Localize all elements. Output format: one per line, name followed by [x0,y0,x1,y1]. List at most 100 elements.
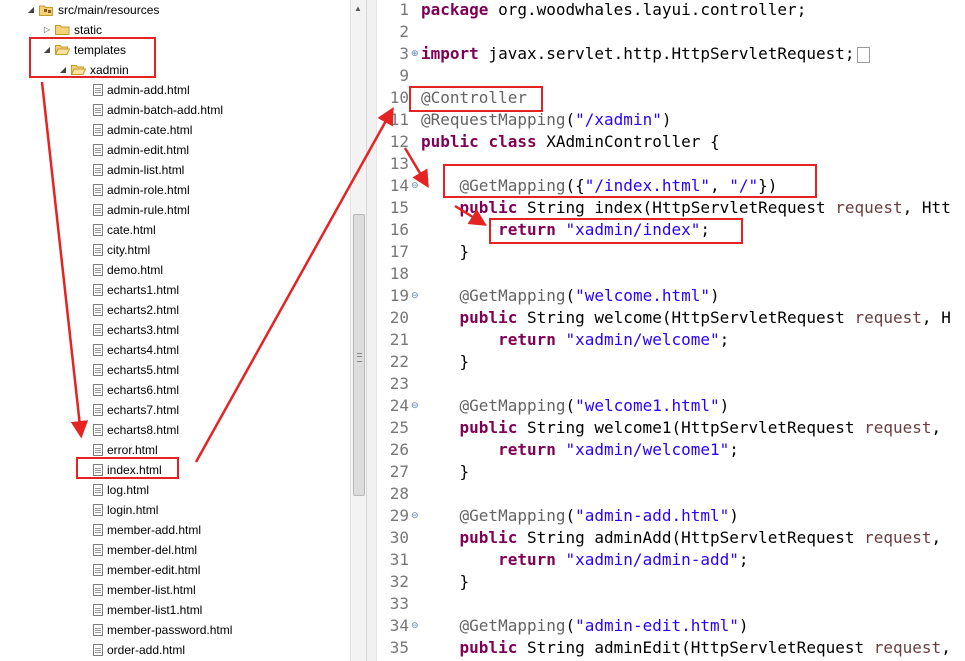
code-token-str: "admin-edit.html" [575,616,739,635]
code-text: public String adminEdit(HttpServletReque… [421,637,951,659]
code-line[interactable]: 17 } [367,241,965,263]
code-line[interactable]: 23 [367,373,965,395]
code-line[interactable]: 13 [367,153,965,175]
tree-file-item[interactable]: member-password.html [93,619,232,639]
tree-file-item[interactable]: admin-cate.html [93,119,192,139]
code-line[interactable]: 26 return "xadmin/welcome1"; [367,439,965,461]
tree-file-item[interactable]: echarts4.html [93,339,179,359]
expanded-arrow-icon[interactable]: ◢ [42,40,52,60]
tree-file-item[interactable]: demo.html [93,259,163,279]
tree-item-label: echarts3.html [107,322,180,337]
tree-file-item[interactable]: member-list.html [93,579,196,599]
tree-file-item[interactable]: echarts6.html [93,379,179,399]
tree-file-item[interactable]: echarts3.html [93,319,179,339]
tree-folder-item[interactable]: ◢ src/main/resources [26,0,159,19]
code-token-pl: , Htt [902,198,951,217]
tree-file-item[interactable]: cate.html [93,219,156,239]
tree-file-item[interactable]: echarts2.html [93,299,179,319]
fold-collapse-icon[interactable]: ⊖ [411,175,419,197]
tree-file-item[interactable]: echarts1.html [93,279,179,299]
tree-file-item[interactable]: index.html [93,459,162,479]
code-token-ann: @GetMapping [459,506,566,525]
code-line[interactable]: 12 public class XAdminController { [367,131,965,153]
tree-scrollbar[interactable]: ▲ [350,0,367,661]
tree-file-item[interactable]: admin-add.html [93,79,190,99]
code-line[interactable]: 30 public String adminAdd(HttpServletReq… [367,527,965,549]
code-line[interactable]: 27 } [367,461,965,483]
code-line[interactable]: 25 public String welcome1(HttpServletReq… [367,417,965,439]
tree-file-item[interactable]: admin-rule.html [93,199,190,219]
fold-collapse-icon[interactable]: ⊖ [411,285,419,307]
tree-file-item[interactable]: admin-batch-add.html [93,99,223,119]
html-file-icon [93,363,103,376]
fold-collapse-icon[interactable]: ⊖ [411,395,419,417]
code-line[interactable]: 29 ⊖ @GetMapping("admin-add.html") [367,505,965,527]
line-number: 19 [389,286,409,305]
code-line[interactable]: 11 @RequestMapping("/xadmin") [367,109,965,131]
code-line[interactable]: 16 return "xadmin/index"; [367,219,965,241]
tree-item-label: admin-edit.html [107,142,190,157]
tree-folder-item[interactable]: ▷ static [42,19,102,39]
tree-folder-item[interactable]: ◢ templates [42,39,126,59]
code-line[interactable]: 33 [367,593,965,615]
code-line[interactable]: 35 public String adminEdit(HttpServletRe… [367,637,965,659]
tree-file-item[interactable]: echarts5.html [93,359,179,379]
tree-file-item[interactable]: log.html [93,479,149,499]
code-token-str: "welcome1.html" [575,396,720,415]
html-file-icon [93,223,103,236]
code-line[interactable]: 14 ⊖ @GetMapping({"/index.html", "/"}) [367,175,965,197]
code-line[interactable]: 18 [367,263,965,285]
tree-file-item[interactable]: city.html [93,239,150,259]
tree-file-item[interactable]: member-list1.html [93,599,202,619]
code-line[interactable]: 31 return "xadmin/admin-add"; [367,549,965,571]
tree-item-label: admin-rule.html [107,202,190,217]
code-line[interactable]: 3 ⊕ import javax.servlet.http.HttpServletR… [367,43,965,65]
line-number: 30 [389,528,409,547]
collapsed-arrow-icon[interactable]: ▷ [42,20,52,40]
code-line[interactable]: 34 ⊖ @GetMapping("admin-edit.html") [367,615,965,637]
line-number: 22 [389,352,409,371]
tree-file-item[interactable]: echarts7.html [93,399,179,419]
code-line[interactable]: 20 public String welcome(HttpServletRequ… [367,307,965,329]
fold-expand-icon[interactable]: ⊕ [411,43,419,65]
tree-file-item[interactable]: member-edit.html [93,559,200,579]
expanded-arrow-icon[interactable]: ◢ [58,60,68,80]
code-line[interactable]: 21 return "xadmin/welcome"; [367,329,965,351]
tree-file-item[interactable]: admin-list.html [93,159,184,179]
tree-item-label: order-add.html [107,642,186,657]
code-line[interactable]: 24 ⊖ @GetMapping("welcome1.html") [367,395,965,417]
tree-file-item[interactable]: login.html [93,499,158,519]
tree-file-item[interactable]: member-add.html [93,519,201,539]
code-token-prm: request [873,638,942,657]
expanded-arrow-icon[interactable]: ◢ [26,0,36,20]
code-line[interactable]: 1 package org.woodwhales.layui.controller… [367,0,965,21]
collapsed-region-marker[interactable] [857,46,871,63]
tree-file-item[interactable]: member-del.html [93,539,197,559]
fold-collapse-icon[interactable]: ⊖ [411,615,419,637]
code-token-pl: String welcome1(HttpServletRequest [517,418,865,437]
tree-folder-item[interactable]: ◢ xadmin [58,59,129,79]
code-line[interactable]: 9 [367,65,965,87]
code-token-pl: ( [565,110,576,129]
tree-file-item[interactable]: error.html [93,439,158,459]
code-line[interactable]: 2 [367,21,965,43]
scroll-up-icon[interactable]: ▲ [354,4,362,13]
tree-file-item[interactable]: admin-edit.html [93,139,189,159]
code-line[interactable]: 28 [367,483,965,505]
line-number: 34 [389,616,409,635]
code-token-ann: @GetMapping [459,396,566,415]
tree-file-item[interactable]: order-add.html [93,639,185,659]
scrollbar-thumb[interactable] [353,214,365,496]
tree-file-item[interactable]: echarts8.html [93,419,179,439]
code-line[interactable]: 10 @Controller [367,87,965,109]
tree-item-label: admin-list.html [107,162,185,177]
code-editor[interactable]: 1 package org.woodwhales.layui.controller… [367,0,965,661]
tree-file-item[interactable]: admin-role.html [93,179,190,199]
code-line[interactable]: 19 ⊖ @GetMapping("welcome.html") [367,285,965,307]
code-line[interactable]: 15 public String index(HttpServletReques… [367,197,965,219]
fold-collapse-icon[interactable]: ⊖ [411,505,419,527]
code-line[interactable]: 22 } [367,351,965,373]
code-line[interactable]: 32 } [367,571,965,593]
